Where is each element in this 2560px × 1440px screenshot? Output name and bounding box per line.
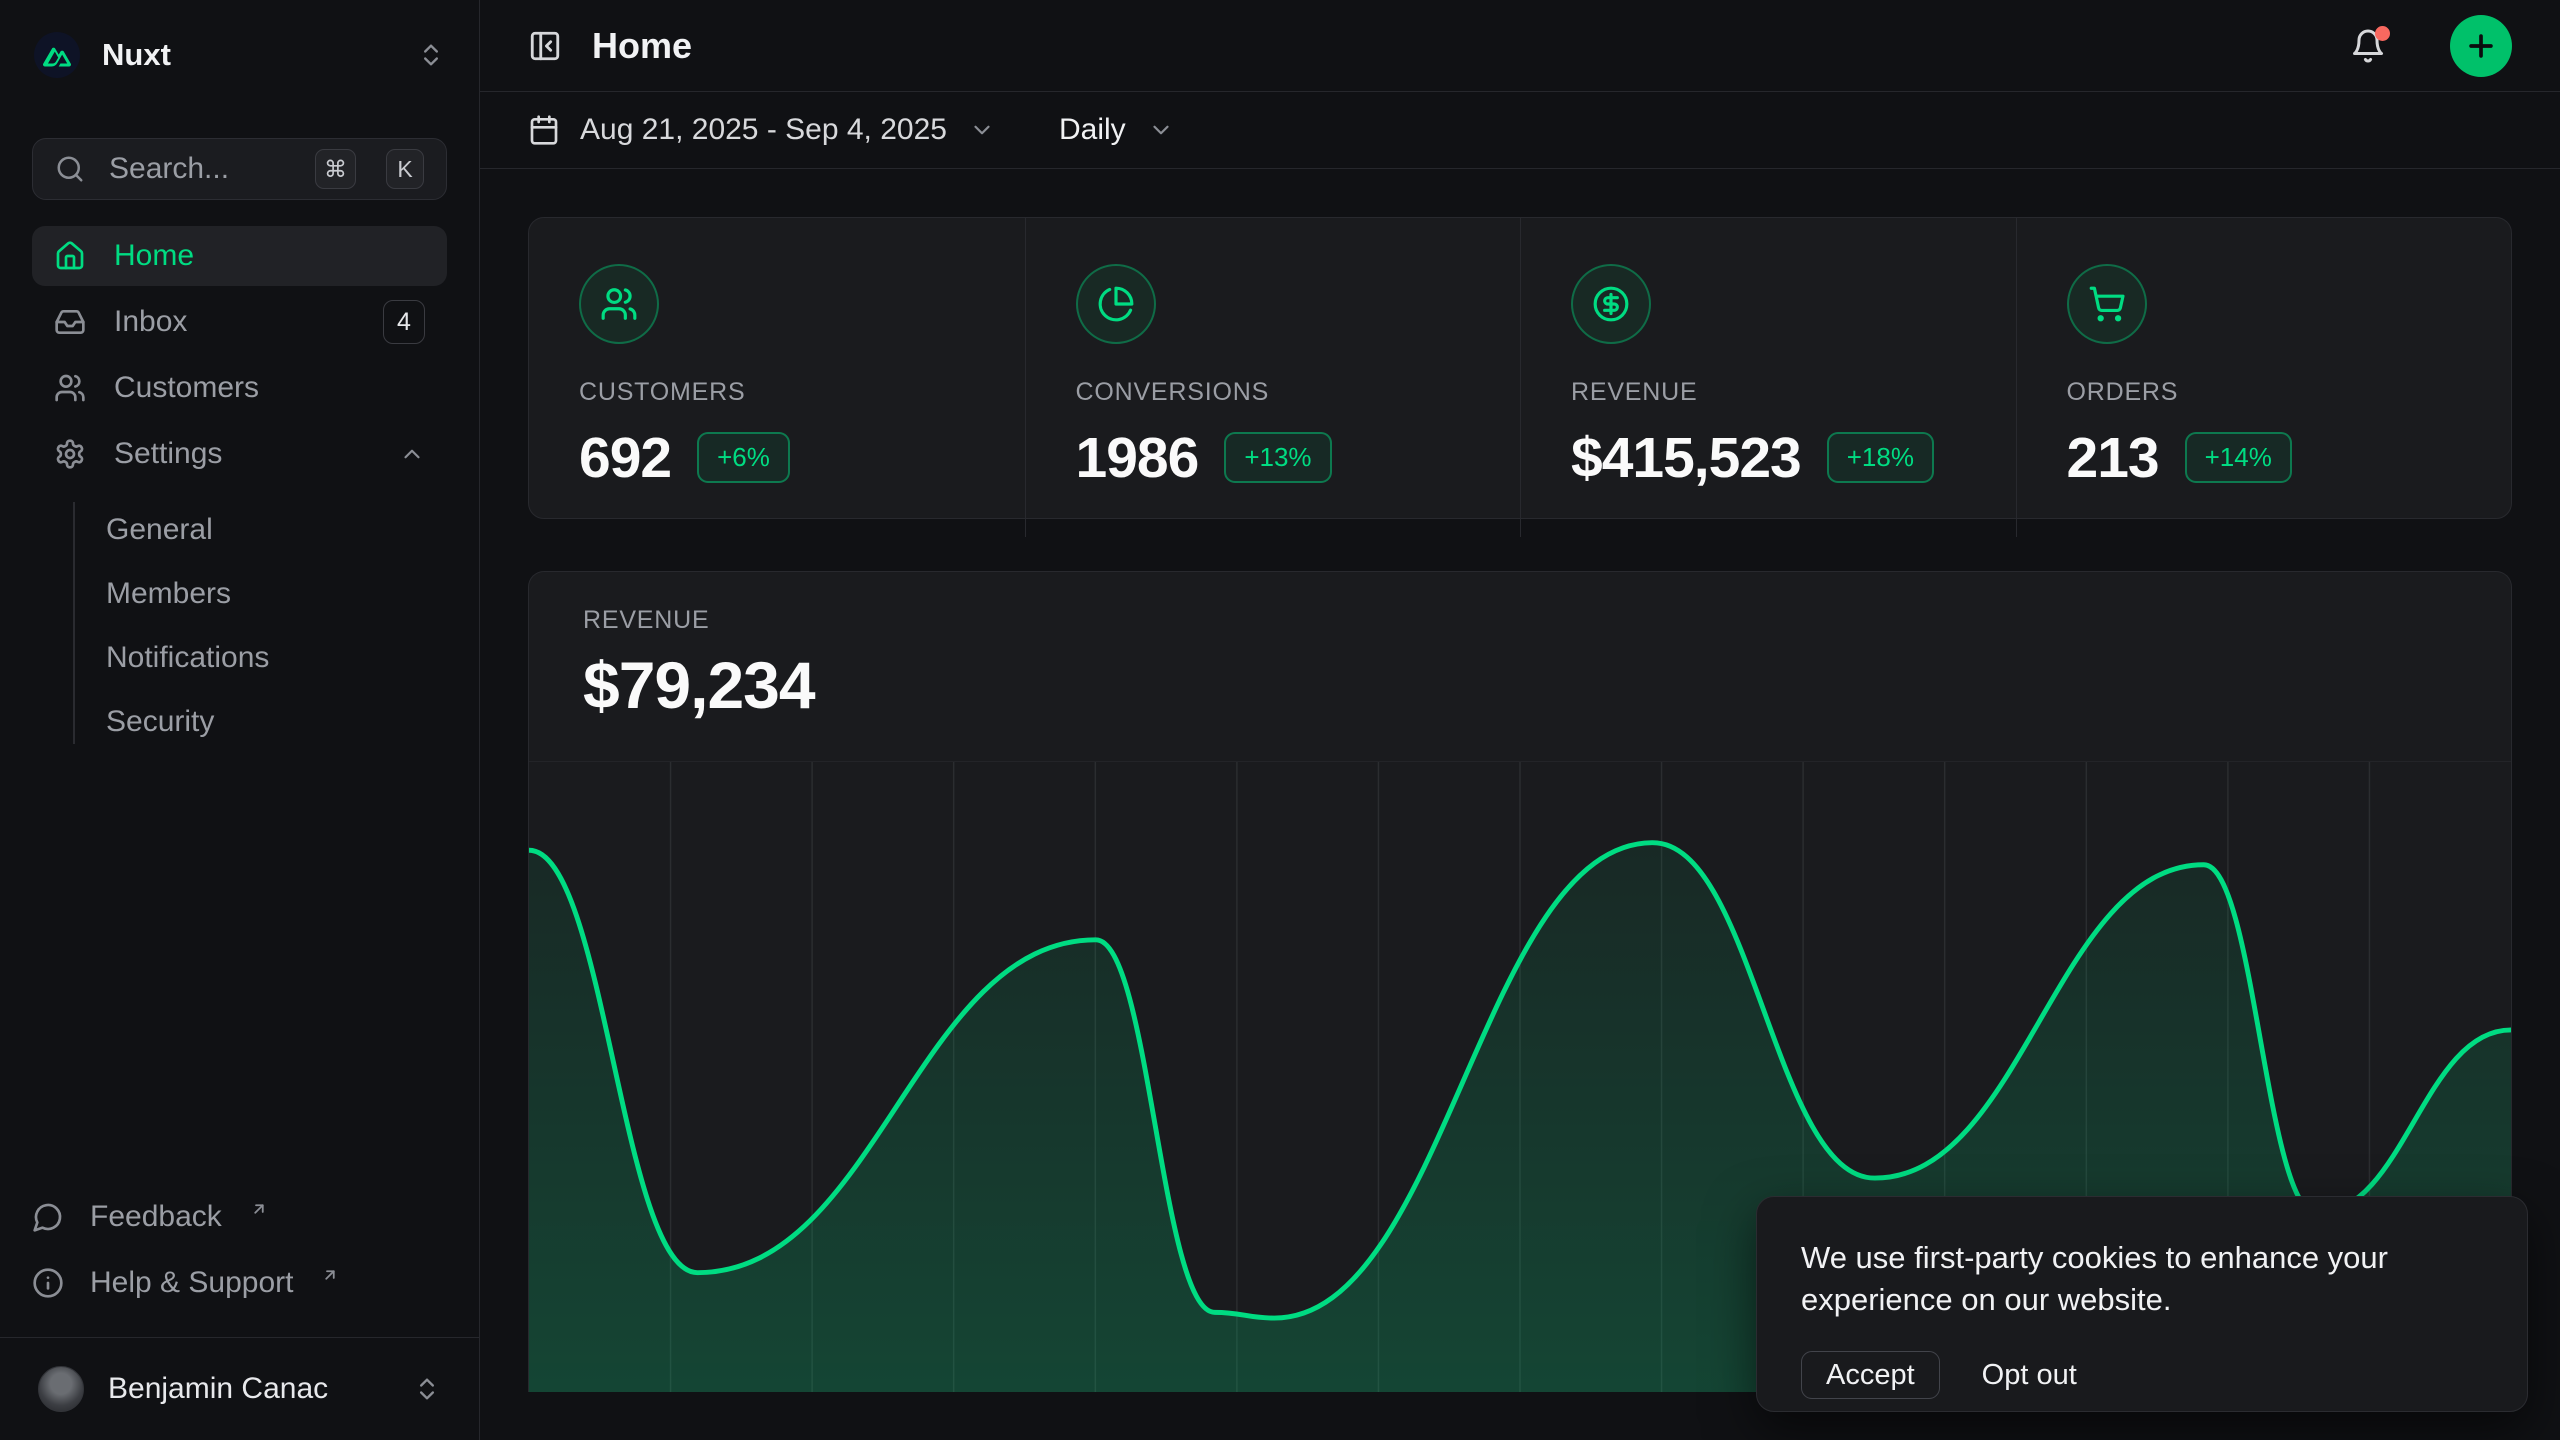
revenue-value: $79,234: [583, 647, 2457, 723]
settings-subnav: General Members Notifications Security: [32, 498, 447, 754]
search-placeholder: Search...: [109, 152, 291, 186]
filter-bar: Aug 21, 2025 - Sep 4, 2025 Daily: [480, 92, 2560, 168]
granularity-value: Daily: [1059, 113, 1126, 147]
stats-row: CUSTOMERS 692 +6% CONVERSIONS 1986 +13%: [528, 217, 2512, 519]
opt-out-button[interactable]: Opt out: [1982, 1359, 2077, 1392]
help-support-link[interactable]: Help & Support: [32, 1255, 447, 1311]
sidebar-item-label: Home: [114, 239, 425, 273]
inbox-icon: [54, 306, 86, 338]
plus-icon: [2464, 29, 2498, 63]
revenue-header: REVENUE $79,234: [529, 572, 2511, 723]
kbd-k: K: [386, 149, 424, 189]
sidebar-item-security[interactable]: Security: [106, 690, 447, 754]
sidebar: Nuxt Search... ⌘ K Home Inbox 4: [0, 0, 480, 1440]
date-range-picker[interactable]: Aug 21, 2025 - Sep 4, 2025: [528, 113, 995, 147]
stat-label: CUSTOMERS: [579, 378, 975, 407]
notification-dot: [2375, 26, 2390, 41]
sidebar-item-settings[interactable]: Settings: [32, 424, 447, 484]
stat-conversions: CONVERSIONS 1986 +13%: [1025, 218, 1521, 537]
stat-delta-badge: +14%: [2185, 432, 2292, 483]
sidebar-item-general[interactable]: General: [106, 498, 447, 562]
inbox-count-badge: 4: [383, 300, 425, 344]
stat-label: CONVERSIONS: [1076, 378, 1471, 407]
feedback-link[interactable]: Feedback: [32, 1189, 447, 1245]
user-section: Benjamin Canac: [0, 1337, 479, 1440]
stat-value: 692: [579, 425, 671, 491]
accept-button[interactable]: Accept: [1801, 1351, 1940, 1399]
sidebar-item-customers[interactable]: Customers: [32, 358, 447, 418]
sidebar-item-members[interactable]: Members: [106, 562, 447, 626]
cookie-actions: Accept Opt out: [1801, 1351, 2483, 1399]
kbd-meta: ⌘: [315, 149, 356, 189]
revenue-label: REVENUE: [583, 606, 2457, 635]
user-menu[interactable]: Benjamin Canac: [32, 1356, 447, 1422]
house-icon: [54, 240, 86, 272]
main-area: Home Aug 21, 2025 - Sep 4, 2025 Daily: [480, 0, 2560, 1440]
avatar: [38, 1366, 84, 1412]
stat-orders: ORDERS 213 +14%: [2016, 218, 2512, 537]
sidebar-item-inbox[interactable]: Inbox 4: [32, 292, 447, 352]
add-button[interactable]: [2450, 15, 2512, 77]
help-support-label: Help & Support: [90, 1266, 293, 1300]
panel-left-close-icon: [528, 29, 562, 63]
sidebar-nav: Home Inbox 4 Customers Settings Ge: [32, 226, 447, 754]
nuxt-logo-icon: [34, 32, 80, 78]
stat-customers: CUSTOMERS 692 +6%: [529, 218, 1025, 537]
shopping-cart-icon: [2067, 264, 2147, 344]
sidebar-item-home[interactable]: Home: [32, 226, 447, 286]
pie-chart-icon: [1076, 264, 1156, 344]
cookie-message: We use first-party cookies to enhance yo…: [1801, 1237, 2441, 1321]
granularity-select[interactable]: Daily: [1059, 113, 1174, 147]
sidebar-item-label: Inbox: [114, 305, 355, 339]
sidebar-item-notifications[interactable]: Notifications: [106, 626, 447, 690]
search-icon: [55, 154, 85, 184]
notifications-button[interactable]: [2350, 28, 2386, 64]
external-link-icon: [250, 1200, 268, 1218]
stat-label: ORDERS: [2067, 378, 2462, 407]
chevron-down-icon: [969, 117, 995, 143]
stat-value: $415,523: [1571, 425, 1801, 491]
message-circle-icon: [32, 1201, 64, 1233]
topbar: Home: [480, 0, 2560, 92]
stat-delta-badge: +13%: [1224, 432, 1331, 483]
users-icon: [54, 372, 86, 404]
date-range-value: Aug 21, 2025 - Sep 4, 2025: [580, 113, 947, 147]
chevrons-up-down-icon: [413, 1375, 441, 1403]
sidebar-item-label: Customers: [114, 371, 425, 405]
sidebar-spacer: [32, 754, 447, 1189]
stat-delta-badge: +6%: [697, 432, 790, 483]
search-input[interactable]: Search... ⌘ K: [32, 138, 447, 200]
gear-icon: [54, 438, 86, 470]
stat-value: 213: [2067, 425, 2159, 491]
stat-revenue: REVENUE $415,523 +18%: [1520, 218, 2016, 537]
external-link-icon: [321, 1266, 339, 1284]
stat-delta-badge: +18%: [1827, 432, 1934, 483]
info-circle-icon: [32, 1267, 64, 1299]
stat-label: REVENUE: [1571, 378, 1966, 407]
workspace-selector[interactable]: Nuxt: [32, 28, 447, 82]
calendar-icon: [528, 114, 560, 146]
dollar-circle-icon: [1571, 264, 1651, 344]
feedback-label: Feedback: [90, 1200, 222, 1234]
user-name: Benjamin Canac: [108, 1372, 389, 1406]
cookie-banner: We use first-party cookies to enhance yo…: [1756, 1196, 2528, 1412]
sidebar-item-label: Settings: [114, 437, 371, 471]
sidebar-footer: Feedback Help & Support: [32, 1189, 447, 1337]
chevron-up-icon: [399, 441, 425, 467]
chevrons-up-down-icon: [417, 41, 445, 69]
workspace-name: Nuxt: [102, 37, 395, 73]
chevron-down-icon: [1148, 117, 1174, 143]
stat-value: 1986: [1076, 425, 1199, 491]
users-icon: [579, 264, 659, 344]
page-title: Home: [592, 25, 2320, 67]
collapse-sidebar-button[interactable]: [528, 29, 562, 63]
